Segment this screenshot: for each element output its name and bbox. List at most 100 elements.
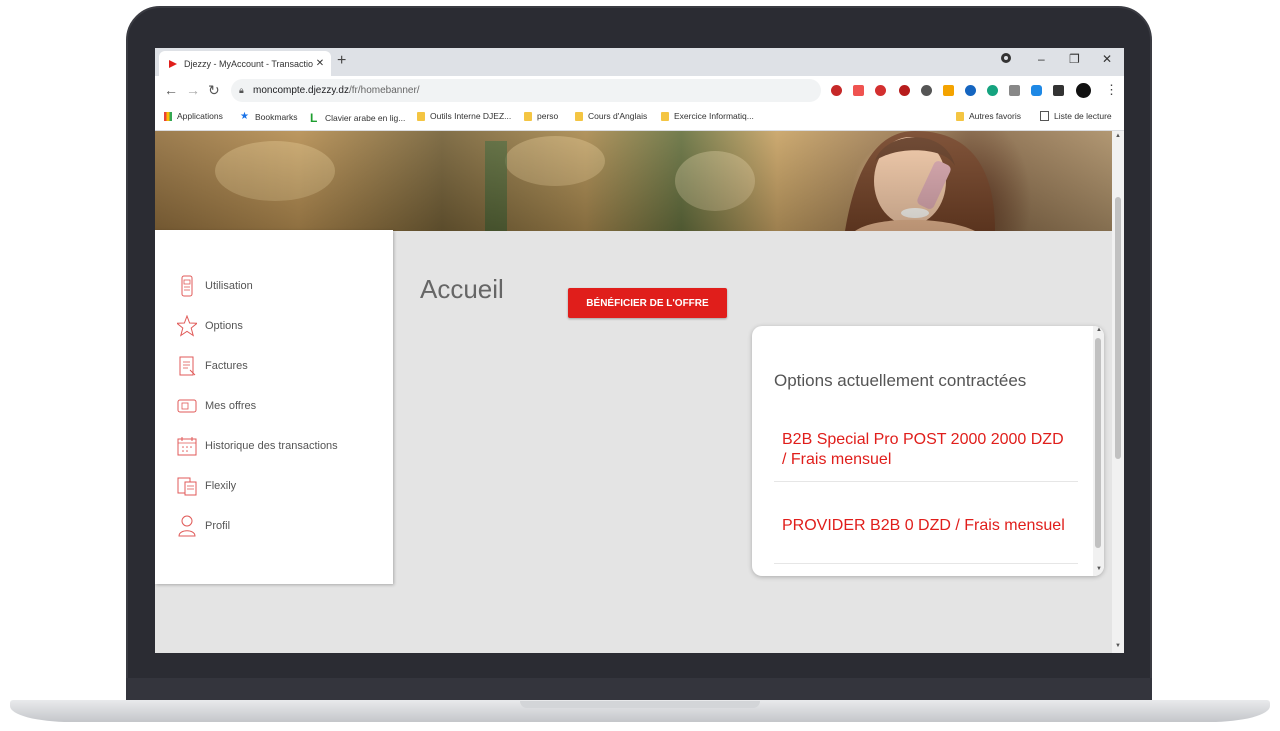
- extension-icon[interactable]: [1009, 85, 1020, 96]
- phone-usage-icon: [181, 275, 193, 297]
- reload-icon[interactable]: ↻: [208, 82, 220, 99]
- scroll-down-arrow-icon[interactable]: ▼: [1115, 643, 1121, 649]
- sidebar-item-label: Profil: [205, 520, 231, 532]
- bookmark-label: perso: [537, 111, 559, 121]
- hero-banner: [155, 131, 1112, 231]
- bookmark-label: Exercice Informatiq...: [674, 111, 754, 121]
- page-scrollbar[interactable]: ▲ ▼: [1112, 131, 1124, 653]
- tab-title: Djezzy - MyAccount - Transactio: [184, 58, 313, 69]
- bookmark-autres-favoris[interactable]: Autres favoris: [956, 111, 1021, 121]
- options-card-title: Options actuellement contractées: [774, 371, 1027, 390]
- banner-overlay: [155, 131, 1112, 231]
- user-icon: [178, 515, 196, 537]
- more-menu-icon[interactable]: ⋮: [1105, 82, 1118, 98]
- sidebar-item-label: Factures: [205, 360, 248, 372]
- minimize-button[interactable]: –: [1038, 52, 1045, 66]
- restore-button[interactable]: ❐: [1069, 52, 1080, 66]
- bookmark-bookmarks[interactable]: ★ Bookmarks: [240, 111, 298, 122]
- bookmarks-bar: Applications ★ Bookmarks L Clavier arabe…: [155, 106, 1124, 131]
- star-outline-icon: [177, 315, 197, 337]
- sidebar-item-label: Historique des transactions: [205, 440, 338, 452]
- bookmark-exercice[interactable]: Exercice Informatiq...: [661, 111, 754, 121]
- sidebar-item-profil[interactable]: Profil: [177, 514, 230, 538]
- browser-tab[interactable]: Djezzy - MyAccount - Transactio ✕: [159, 51, 331, 76]
- scroll-up-arrow-icon[interactable]: ▲: [1096, 327, 1102, 333]
- scroll-up-arrow-icon[interactable]: ▲: [1115, 133, 1121, 139]
- tab-close-icon[interactable]: ✕: [313, 58, 327, 69]
- divider: [774, 481, 1078, 482]
- flexily-icon: [177, 477, 197, 496]
- benefit-offer-button[interactable]: BÉNÉFICIER DE L'OFFRE: [568, 288, 727, 318]
- folder-icon: [524, 111, 532, 121]
- bookmark-label: Bookmarks: [255, 111, 298, 122]
- avatar[interactable]: [1076, 83, 1091, 98]
- bookmark-label: Outils Interne DJEZ...: [430, 111, 512, 121]
- puzzle-extensions-icon[interactable]: [1053, 85, 1064, 96]
- option-item[interactable]: PROVIDER B2B 0 DZD / Frais mensuel: [782, 516, 1072, 536]
- extension-icon[interactable]: [831, 85, 842, 96]
- page-content: Utilisation Options Factures Mes offres …: [155, 131, 1112, 653]
- sidebar-item-options[interactable]: Options: [177, 314, 243, 338]
- bookmark-clavier[interactable]: L Clavier arabe en lig...: [310, 111, 405, 125]
- reading-list-icon: [1040, 111, 1049, 121]
- sidebar-item-flexily[interactable]: Flexily: [177, 474, 236, 498]
- folder-icon: [417, 111, 425, 121]
- new-tab-button[interactable]: +: [337, 52, 346, 70]
- bookmark-label: Applications: [177, 111, 223, 121]
- sidebar-item-mes-offres[interactable]: Mes offres: [177, 394, 256, 418]
- sidebar-item-label: Utilisation: [205, 280, 253, 292]
- bookmark-label: Cours d'Anglais: [588, 111, 648, 121]
- sidebar-item-factures[interactable]: Factures: [177, 354, 248, 378]
- url-path: /fr/homebanner/: [348, 85, 420, 96]
- tab-bar: Djezzy - MyAccount - Transactio ✕ + – ❐ …: [155, 48, 1124, 76]
- close-window-button[interactable]: ✕: [1102, 52, 1112, 66]
- lock-icon: 🔒︎: [239, 85, 244, 95]
- sidebar-item-label: Options: [205, 320, 243, 332]
- star-icon: ★: [240, 111, 249, 122]
- sidebar-item-label: Flexily: [205, 480, 237, 492]
- address-bar[interactable]: 🔒︎ moncompte.djezzy.dz/fr/homebanner/ ☆: [231, 79, 887, 102]
- offers-icon: [177, 399, 197, 413]
- page-title: Accueil: [420, 274, 504, 304]
- divider: [774, 563, 1078, 564]
- extension-icon[interactable]: [853, 85, 864, 96]
- profile-menu-icon[interactable]: [1000, 52, 1012, 64]
- extension-icon[interactable]: [943, 85, 954, 96]
- sidebar-item-label: Mes offres: [205, 400, 257, 412]
- bookmark-reading-list[interactable]: Liste de lecture: [1040, 111, 1112, 121]
- browser-toolbar: ← → ↻ 🔒︎ moncompte.djezzy.dz/fr/homebann…: [155, 76, 1124, 106]
- laptop-notch: [520, 701, 760, 708]
- extension-icon[interactable]: [875, 85, 886, 96]
- url-text: moncompte.djezzy.dz/fr/homebanner/: [253, 79, 420, 102]
- bookmark-label: Clavier arabe en lig...: [325, 113, 406, 123]
- sidebar-item-utilisation[interactable]: Utilisation: [177, 274, 253, 298]
- extension-icon[interactable]: [921, 85, 932, 96]
- url-domain: moncompte.djezzy.dz: [253, 85, 349, 96]
- extension-icon[interactable]: [965, 85, 976, 96]
- forward-arrow-icon[interactable]: →: [186, 82, 200, 98]
- extension-icon[interactable]: [899, 85, 910, 96]
- extension-icon[interactable]: [987, 85, 998, 96]
- option-item[interactable]: B2B Special Pro POST 2000 2000 DZD / Fra…: [782, 430, 1072, 470]
- options-card: Options actuellement contractées B2B Spe…: [752, 326, 1104, 576]
- sidebar-item-historique[interactable]: Historique des transactions: [177, 434, 338, 458]
- bookmark-outils[interactable]: Outils Interne DJEZ...: [417, 111, 511, 121]
- djezzy-favicon-icon: [169, 59, 177, 68]
- folder-icon: [956, 111, 964, 121]
- bookmark-label: Autres favoris: [969, 111, 1021, 121]
- bookmark-applications[interactable]: Applications: [164, 111, 223, 121]
- scroll-down-arrow-icon[interactable]: ▼: [1096, 566, 1102, 572]
- folder-icon: [575, 111, 583, 121]
- extension-icon[interactable]: [1031, 85, 1042, 96]
- card-scrollbar-thumb[interactable]: [1095, 338, 1101, 548]
- l-logo-icon: L: [310, 111, 318, 125]
- bookmark-perso[interactable]: perso: [524, 111, 558, 121]
- invoice-icon: [179, 356, 196, 376]
- apps-grid-icon: [164, 111, 172, 121]
- card-scrollbar[interactable]: ▲ ▼: [1093, 326, 1104, 576]
- browser-screen: Djezzy - MyAccount - Transactio ✕ + – ❐ …: [155, 48, 1124, 653]
- page-scrollbar-thumb[interactable]: [1115, 197, 1121, 459]
- sidebar-menu: Utilisation Options Factures Mes offres …: [155, 230, 393, 584]
- back-arrow-icon[interactable]: ←: [164, 82, 178, 98]
- bookmark-cours[interactable]: Cours d'Anglais: [575, 111, 647, 121]
